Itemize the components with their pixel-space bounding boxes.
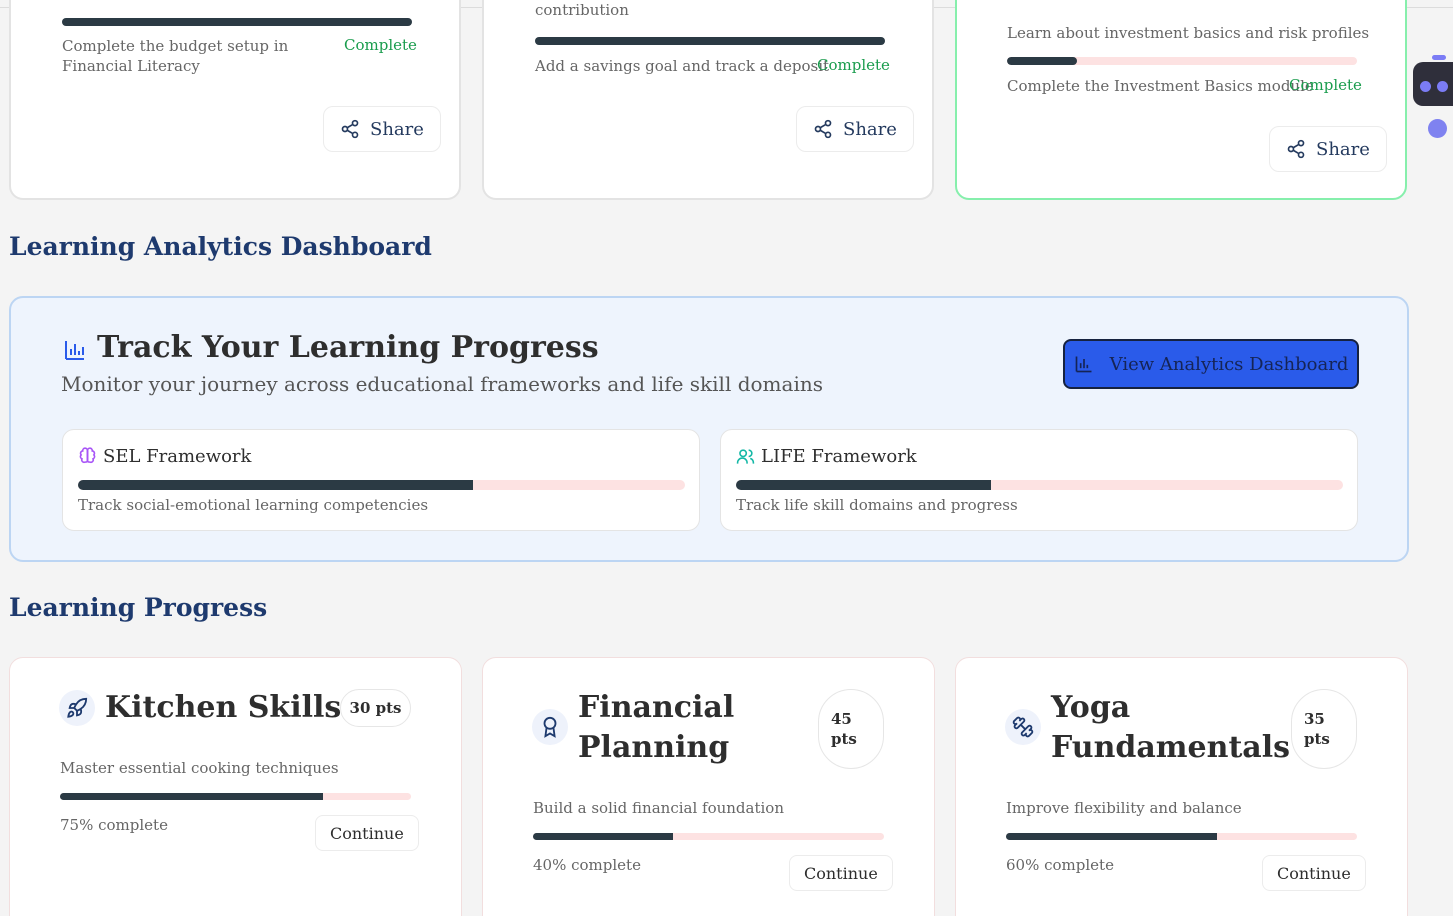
share-button[interactable]: Share	[1269, 126, 1387, 172]
card-desc: Master essential cooking techniques	[60, 759, 339, 777]
card-progress-bar	[1006, 833, 1357, 840]
robot-eye-icon	[1437, 81, 1448, 92]
assistant-widget[interactable]	[1413, 62, 1453, 106]
goal-card-investment: Learn about investment basics and risk p…	[955, 0, 1407, 200]
share-label: Share	[370, 118, 424, 140]
analytics-panel: Track Your Learning Progress Monitor you…	[9, 296, 1409, 562]
users-icon	[736, 449, 755, 464]
view-analytics-button[interactable]: View Analytics Dashboard	[1063, 339, 1359, 389]
card-progress-bar	[533, 833, 884, 840]
goal-progress-bar	[62, 18, 412, 26]
points-badge: 35 pts	[1291, 689, 1357, 769]
progress-card-kitchen: Kitchen Skills 30 pts Master essential c…	[9, 657, 462, 916]
card-title: Kitchen Skills	[105, 690, 342, 725]
view-analytics-label: View Analytics Dashboard	[1109, 353, 1349, 375]
card-title: Yoga Fundamentals	[1051, 690, 1291, 765]
goal-card-savings: contribution Add a savings goal and trac…	[482, 0, 934, 200]
continue-button[interactable]: Continue	[315, 815, 419, 851]
card-title: Financial Planning	[578, 690, 735, 765]
share-icon	[1287, 139, 1305, 159]
share-icon	[814, 119, 832, 139]
points-badge: 45 pts	[818, 689, 884, 769]
progress-percent: 75% complete	[60, 816, 168, 834]
framework-desc: Track social-emotional learning competen…	[78, 496, 429, 514]
share-label: Share	[843, 118, 897, 140]
framework-name: SEL Framework	[103, 446, 252, 467]
analytics-subtitle: Monitor your journey across educational …	[61, 372, 823, 396]
progress-card-yoga: Yoga Fundamentals 35 pts Improve flexibi…	[955, 657, 1408, 916]
rocket-icon	[59, 690, 95, 726]
side-indicator	[1432, 55, 1446, 60]
share-label: Share	[1316, 138, 1370, 160]
goal-progress-bar	[1007, 57, 1357, 65]
goal-desc: Learn about investment basics and risk p…	[1007, 24, 1370, 42]
scroll-indicator[interactable]	[1428, 119, 1447, 138]
progress-card-financial: Financial Planning 45 pts Build a solid …	[482, 657, 935, 916]
goal-status: Complete	[1289, 76, 1362, 94]
analytics-title: Track Your Learning Progress	[97, 330, 599, 365]
brain-icon	[79, 447, 96, 464]
section-heading-analytics: Learning Analytics Dashboard	[9, 232, 432, 261]
award-icon	[532, 709, 568, 745]
continue-button[interactable]: Continue	[789, 855, 893, 891]
framework-progress-bar	[736, 480, 1343, 490]
share-button[interactable]: Share	[796, 106, 914, 152]
dumbbell-icon	[1005, 709, 1041, 745]
card-desc: Build a solid financial foundation	[533, 799, 784, 817]
share-icon	[341, 119, 359, 139]
goal-status: Complete	[817, 56, 890, 74]
goal-text: Add a savings goal and track a deposit	[535, 57, 830, 75]
goal-text: Complete the Investment Basics module	[1007, 77, 1314, 95]
framework-progress-bar	[78, 480, 685, 490]
progress-percent: 60% complete	[1006, 856, 1114, 874]
robot-eye-icon	[1420, 81, 1431, 92]
share-button[interactable]: Share	[323, 106, 441, 152]
goal-card-budget: Complete the budget setup in Financial L…	[9, 0, 461, 200]
bar-chart-icon	[65, 341, 84, 360]
card-progress-bar	[60, 793, 411, 800]
framework-card-sel[interactable]: SEL Framework Track social-emotional lea…	[62, 429, 700, 531]
continue-button[interactable]: Continue	[1262, 855, 1366, 891]
points-badge: 30 pts	[340, 689, 411, 727]
framework-name: LIFE Framework	[761, 446, 917, 467]
goal-progress-bar	[535, 37, 885, 45]
goal-text: Complete the budget setup in Financial L…	[62, 37, 289, 75]
framework-card-life[interactable]: LIFE Framework Track life skill domains …	[720, 429, 1358, 531]
goal-desc: contribution	[535, 1, 629, 19]
card-desc: Improve flexibility and balance	[1006, 799, 1242, 817]
bar-chart-icon	[1075, 356, 1092, 373]
framework-desc: Track life skill domains and progress	[736, 496, 1018, 514]
section-heading-progress: Learning Progress	[9, 593, 268, 622]
goal-status: Complete	[344, 36, 417, 54]
progress-percent: 40% complete	[533, 856, 641, 874]
